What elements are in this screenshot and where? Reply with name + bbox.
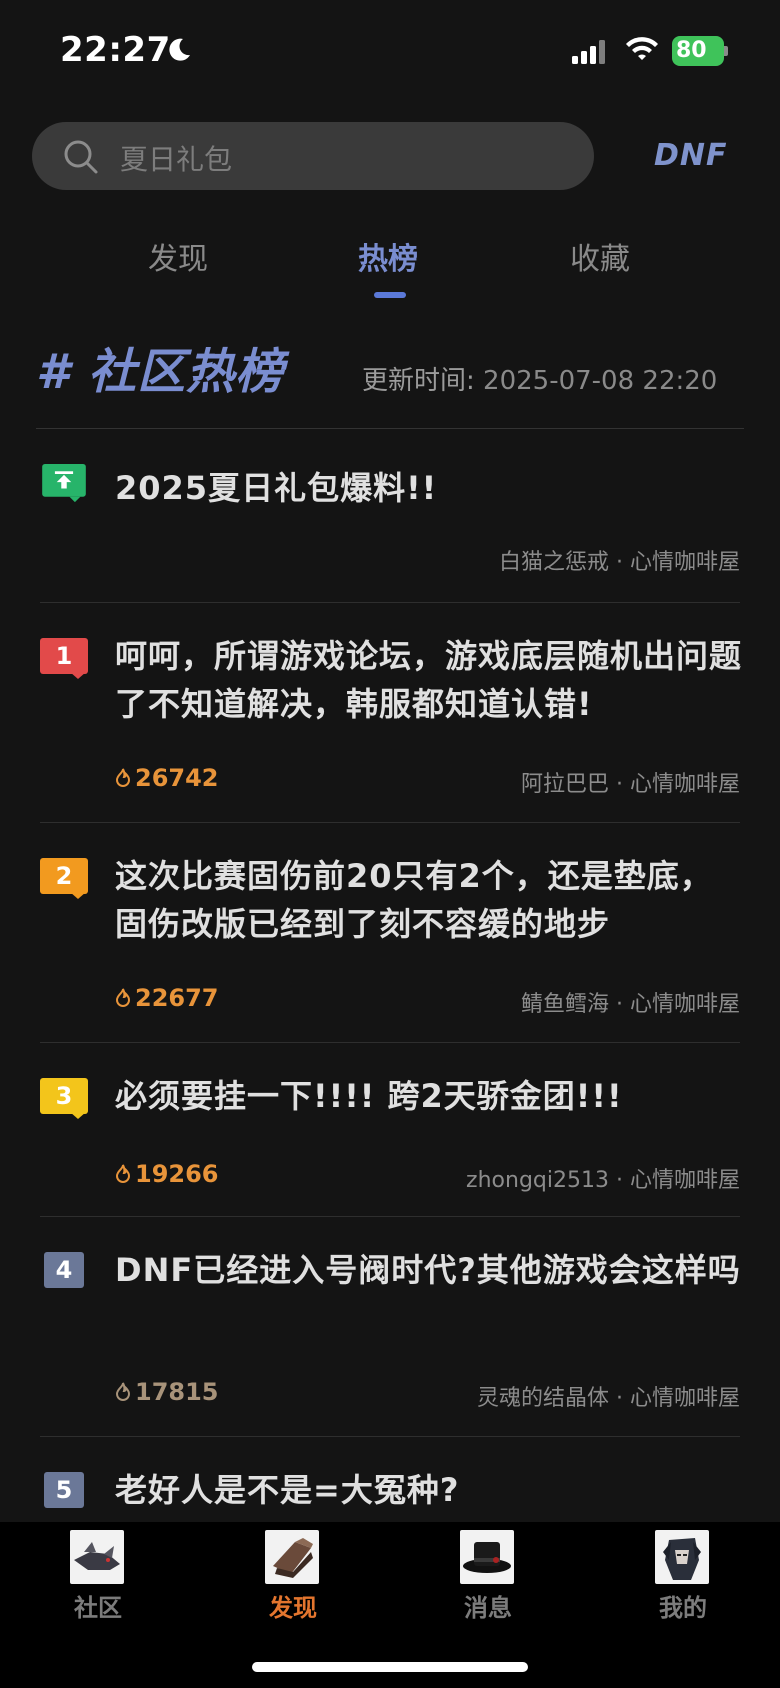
post-meta: 鲭鱼鳕海 · 心情咖啡屋: [521, 986, 740, 1018]
discover-icon: [265, 1530, 319, 1584]
rank-badge-tail: [70, 672, 86, 679]
dnf-logo[interactable]: DNF: [654, 138, 728, 173]
post-heat: 17815: [113, 1378, 219, 1406]
search-bar[interactable]: 夏日礼包: [32, 122, 594, 190]
rank-badge: 1: [40, 638, 88, 679]
post-meta: zhongqi2513 · 心情咖啡屋: [466, 1162, 740, 1194]
post-heat: 22677: [113, 984, 219, 1012]
pinned-top-icon: [42, 464, 86, 503]
post-board[interactable]: 心情咖啡屋: [630, 992, 740, 1017]
battery-indicator: 80: [672, 36, 728, 66]
status-bar: 22:27 80: [0, 0, 780, 100]
rank-number: 4: [44, 1252, 84, 1288]
post-divider: [40, 1436, 740, 1437]
rank-number: 5: [44, 1472, 84, 1508]
update-time-label: 更新时间:: [362, 366, 475, 396]
post-author[interactable]: 鲭鱼鳕海: [521, 992, 609, 1017]
post-board[interactable]: 心情咖啡屋: [630, 550, 740, 575]
rank-number: 2: [40, 858, 88, 894]
post-title[interactable]: 呵呵，所谓游戏论坛，游戏底层随机出问题了不知道解决，韩服都知道认错!: [115, 632, 745, 728]
meta-separator: ·: [615, 772, 623, 797]
post-author[interactable]: 灵魂的结晶体: [477, 1386, 609, 1411]
post-board[interactable]: 心情咖啡屋: [630, 772, 740, 797]
post-title[interactable]: 这次比赛固伤前20只有2个，还是垫底，固伤改版已经到了刻不容缓的地步: [115, 852, 745, 948]
tab-discover[interactable]: 发现: [148, 234, 208, 278]
battery-cap: [724, 46, 728, 56]
cellular-signal-icon: [572, 40, 605, 64]
meta-separator: ·: [615, 550, 623, 575]
nav-profile[interactable]: 我的: [633, 1530, 733, 1630]
meta-separator: ·: [615, 1168, 623, 1193]
meta-separator: ·: [615, 1386, 623, 1411]
heat-value: 19266: [135, 1160, 219, 1188]
nav-discover[interactable]: 发现: [243, 1530, 343, 1630]
post-item[interactable]: 5 老好人是不是=大冤种?: [40, 1470, 740, 1530]
rank-badge-tail: [70, 892, 86, 899]
rank-number: 3: [40, 1078, 88, 1114]
meta-separator: ·: [615, 992, 623, 1017]
post-divider: [40, 822, 740, 823]
active-tab-indicator: [374, 292, 406, 298]
rank-badge: 3: [40, 1078, 88, 1119]
post-title[interactable]: DNF已经进入号阀时代?其他游戏会这样吗: [115, 1246, 745, 1294]
flame-icon: [115, 988, 131, 1007]
header-divider: [36, 428, 744, 429]
post-item[interactable]: 2025夏日礼包爆料!! 白猫之惩戒 · 心情咖啡屋: [40, 462, 740, 603]
heat-value: 17815: [135, 1378, 219, 1406]
post-author[interactable]: 白猫之惩戒: [499, 550, 609, 575]
post-meta: 白猫之惩戒 · 心情咖啡屋: [499, 544, 740, 576]
nav-label: 消息: [464, 1594, 512, 1622]
post-item[interactable]: 2 这次比赛固伤前20只有2个，还是垫底，固伤改版已经到了刻不容缓的地步 226…: [40, 856, 740, 1043]
community-icon: [70, 1530, 124, 1584]
post-title[interactable]: 2025夏日礼包爆料!!: [115, 464, 745, 512]
search-icon: [64, 140, 98, 174]
rank-badge: 5: [40, 1472, 88, 1512]
heat-value: 26742: [135, 764, 219, 792]
rank-badge: 2: [40, 858, 88, 899]
flame-icon: [115, 1164, 131, 1183]
post-meta: 灵魂的结晶体 · 心情咖啡屋: [477, 1380, 740, 1412]
battery-body: 80: [672, 36, 724, 66]
home-indicator[interactable]: [252, 1662, 528, 1672]
post-item[interactable]: 1 呵呵，所谓游戏论坛，游戏底层随机出问题了不知道解决，韩服都知道认错! 267…: [40, 636, 741, 823]
update-time: 更新时间: 2025-07-08 22:20: [362, 360, 717, 397]
post-author[interactable]: zhongqi2513: [466, 1168, 609, 1193]
rank-number: 1: [40, 638, 88, 674]
post-title[interactable]: 必须要挂一下!!!! 跨2天骄金团!!!: [115, 1072, 745, 1120]
wifi-icon: [626, 37, 658, 60]
search-placeholder: 夏日礼包: [120, 143, 233, 176]
post-item[interactable]: 3 必须要挂一下!!!! 跨2天骄金团!!! 19266 zhongqi2513…: [40, 1076, 740, 1217]
post-heat: 26742: [113, 764, 219, 792]
nav-messages[interactable]: 消息: [438, 1530, 538, 1630]
battery-level: 80: [676, 38, 707, 63]
messages-icon: [460, 1530, 514, 1584]
post-board[interactable]: 心情咖啡屋: [630, 1168, 740, 1193]
nav-label: 我的: [659, 1594, 707, 1622]
flame-icon: [115, 1382, 131, 1401]
post-meta: 阿拉巴巴 · 心情咖啡屋: [521, 766, 740, 798]
rank-badge-tail: [70, 1112, 86, 1119]
moon-icon: [169, 38, 190, 61]
flame-icon: [115, 768, 131, 787]
profile-icon: [655, 1530, 709, 1584]
hot-list-title: # 社区热榜: [36, 344, 285, 400]
post-item[interactable]: 4 DNF已经进入号阀时代?其他游戏会这样吗 17815 灵魂的结晶体 · 心情…: [40, 1250, 740, 1437]
update-time-value: 2025-07-08 22:20: [483, 366, 718, 396]
post-author[interactable]: 阿拉巴巴: [521, 772, 609, 797]
post-board[interactable]: 心情咖啡屋: [630, 1386, 740, 1411]
tab-hot-list[interactable]: 热榜: [358, 234, 418, 278]
post-divider: [40, 1216, 740, 1217]
post-title[interactable]: 老好人是不是=大冤种?: [115, 1466, 745, 1514]
status-time: 22:27: [60, 30, 171, 70]
tab-favorites[interactable]: 收藏: [570, 234, 630, 278]
post-divider: [40, 602, 740, 603]
nav-label: 社区: [74, 1594, 122, 1622]
post-heat: 19266: [113, 1160, 219, 1188]
rank-badge: 4: [40, 1252, 88, 1292]
post-divider: [40, 1042, 740, 1043]
nav-label: 发现: [269, 1594, 317, 1622]
nav-community[interactable]: 社区: [48, 1530, 148, 1630]
heat-value: 22677: [135, 984, 219, 1012]
